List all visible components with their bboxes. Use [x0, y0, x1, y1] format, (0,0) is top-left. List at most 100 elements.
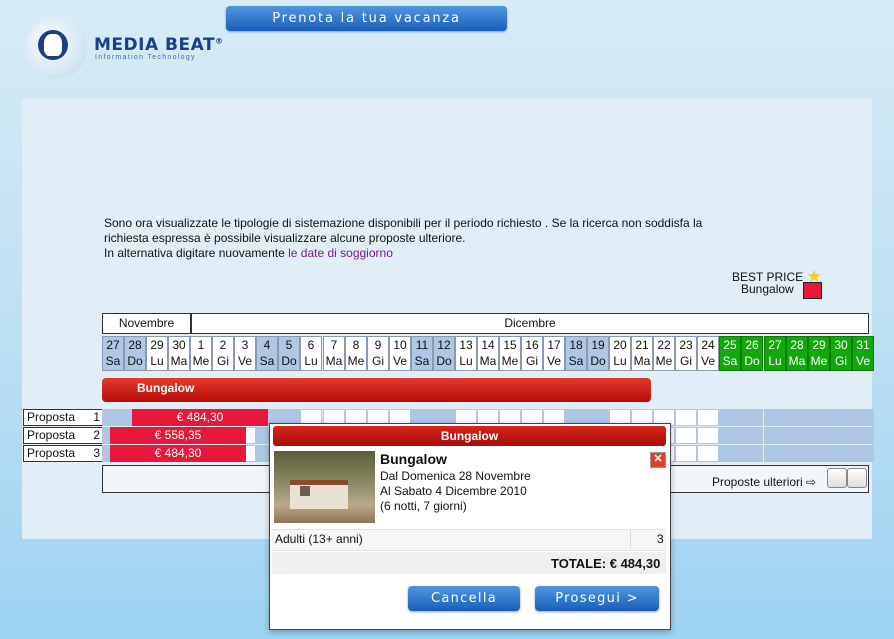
day-weekday: Ve	[855, 354, 870, 368]
calendar-day[interactable]: 26 Do	[741, 336, 763, 371]
calendar-day[interactable]: 2 Gi	[212, 336, 234, 371]
proposal-cell[interactable]	[741, 427, 763, 444]
proposal-row-label[interactable]: Proposta 3	[23, 445, 104, 462]
proposal-row-label[interactable]: Proposta 2	[23, 427, 104, 444]
calendar-day[interactable]: 29 Me	[808, 336, 830, 371]
day-weekday: Lu	[459, 354, 473, 368]
book-vacation-button[interactable]: Prenota la tua vacanza	[226, 6, 507, 31]
proposal-cell[interactable]	[786, 409, 808, 426]
calendar-day[interactable]: 3 Ve	[234, 336, 256, 371]
calendar-day[interactable]: 18 Sa	[565, 336, 587, 371]
calendar-day[interactable]: 31 Ve	[852, 336, 874, 371]
proposal-cell[interactable]	[808, 409, 830, 426]
day-weekday: Gi	[372, 354, 384, 368]
proposal-price[interactable]: € 558,35	[110, 427, 246, 444]
proposal-cell[interactable]	[852, 427, 874, 444]
proposal-cell[interactable]	[102, 409, 124, 426]
day-number: 16	[525, 338, 539, 352]
proposal-cell[interactable]	[741, 409, 763, 426]
calendar-day[interactable]: 28 Ma	[786, 336, 808, 371]
proposal-cell[interactable]	[697, 427, 719, 444]
calendar-day[interactable]: 30 Ma	[168, 336, 190, 371]
adults-value: 3	[657, 532, 664, 546]
calendar-day[interactable]: 28 Do	[124, 336, 146, 371]
calendar-day[interactable]: 16 Gi	[521, 336, 543, 371]
proposal-cell[interactable]	[830, 409, 852, 426]
calendar-day[interactable]: 7 Ma	[323, 336, 345, 371]
calendar-day[interactable]: 14 Ma	[477, 336, 499, 371]
calendar-day[interactable]: 25 Sa	[719, 336, 741, 371]
calendar-day[interactable]: 10 Ve	[389, 336, 411, 371]
intro-line-1: Sono ora visualizzate le tipologie di si…	[104, 216, 703, 230]
proposal-cell[interactable]	[675, 427, 697, 444]
proposal-cell[interactable]	[741, 445, 763, 462]
day-number: 28	[790, 338, 804, 352]
day-weekday: Sa	[414, 354, 430, 368]
proposal-price[interactable]: € 484,30	[110, 445, 246, 462]
proposal-cell[interactable]	[764, 409, 786, 426]
calendar-day[interactable]: 15 Me	[499, 336, 521, 371]
adults-label: Adulti (13+ anni)	[275, 532, 363, 546]
proposal-cell[interactable]	[808, 427, 830, 444]
calendar-day[interactable]: 6 Lu	[300, 336, 322, 371]
change-dates-link[interactable]: le date di soggiorno	[288, 246, 393, 260]
day-weekday: Do	[590, 354, 606, 368]
calendar-day[interactable]: 30 Gi	[830, 336, 852, 371]
calendar-day[interactable]: 27 Lu	[764, 336, 786, 371]
proposal-cell[interactable]	[852, 445, 874, 462]
day-number: 21	[635, 338, 649, 352]
day-number: 23	[679, 338, 693, 352]
proposal-cell[interactable]	[719, 445, 741, 462]
close-icon[interactable]: ✕	[650, 452, 666, 468]
proposal-cell[interactable]	[719, 409, 741, 426]
day-weekday: Ma	[479, 354, 497, 368]
more-proposals-label[interactable]: Proposte ulteriori ⇨	[712, 475, 816, 489]
prev-proposals-button[interactable]	[827, 468, 847, 488]
proposal-price[interactable]: € 484,30	[132, 409, 268, 426]
calendar-day[interactable]: 21 Ma	[631, 336, 653, 371]
day-number: 19	[591, 338, 605, 352]
calendar-day[interactable]: 8 Me	[345, 336, 367, 371]
proposal-cell[interactable]	[764, 445, 786, 462]
proposal-cell[interactable]	[830, 445, 852, 462]
calendar-day[interactable]: 12 Do	[433, 336, 455, 371]
day-number: 7	[330, 338, 338, 352]
calendar-day[interactable]: 20 Lu	[609, 336, 631, 371]
day-weekday: Ve	[700, 354, 715, 368]
proposal-cell[interactable]	[830, 427, 852, 444]
day-number: 30	[172, 338, 186, 352]
calendar-day[interactable]: 11 Sa	[411, 336, 433, 371]
calendar-day[interactable]: 27 Sa	[102, 336, 124, 371]
proposal-cell[interactable]	[675, 445, 697, 462]
calendar-day[interactable]: 19 Do	[587, 336, 609, 371]
proposal-cell[interactable]	[786, 427, 808, 444]
calendar-day[interactable]: 17 Ve	[543, 336, 565, 371]
day-weekday: Lu	[150, 354, 164, 368]
day-number: 5	[285, 338, 293, 352]
proposal-cell[interactable]	[675, 409, 697, 426]
calendar-day[interactable]: 13 Lu	[455, 336, 477, 371]
calendar-day[interactable]: 1 Me	[190, 336, 212, 371]
proposal-cell[interactable]	[808, 445, 830, 462]
month-novembre: Novembre	[102, 313, 191, 334]
proposal-cell[interactable]	[852, 409, 874, 426]
calendar-day[interactable]: 22 Me	[653, 336, 675, 371]
proposal-cell[interactable]	[697, 445, 719, 462]
calendar-day[interactable]: 24 Ve	[697, 336, 719, 371]
proceed-button[interactable]: Prosegui >	[535, 586, 659, 611]
proposal-cell[interactable]	[719, 427, 741, 444]
proposal-cell[interactable]	[786, 445, 808, 462]
calendar-day[interactable]: 4 Sa	[256, 336, 278, 371]
cancel-button[interactable]: Cancella	[408, 586, 520, 611]
next-proposals-button[interactable]	[847, 468, 867, 488]
proposal-cell[interactable]	[697, 409, 719, 426]
day-weekday: Do	[127, 354, 143, 368]
calendar-day[interactable]: 9 Gi	[367, 336, 389, 371]
day-weekday: Gi	[526, 354, 538, 368]
calendar-day[interactable]: 5 Do	[278, 336, 300, 371]
day-number: 1	[197, 338, 205, 352]
calendar-day[interactable]: 23 Gi	[675, 336, 697, 371]
proposal-cell[interactable]	[764, 427, 786, 444]
calendar-day[interactable]: 29 Lu	[146, 336, 168, 371]
proposal-row-label[interactable]: Proposta 1	[23, 409, 104, 426]
